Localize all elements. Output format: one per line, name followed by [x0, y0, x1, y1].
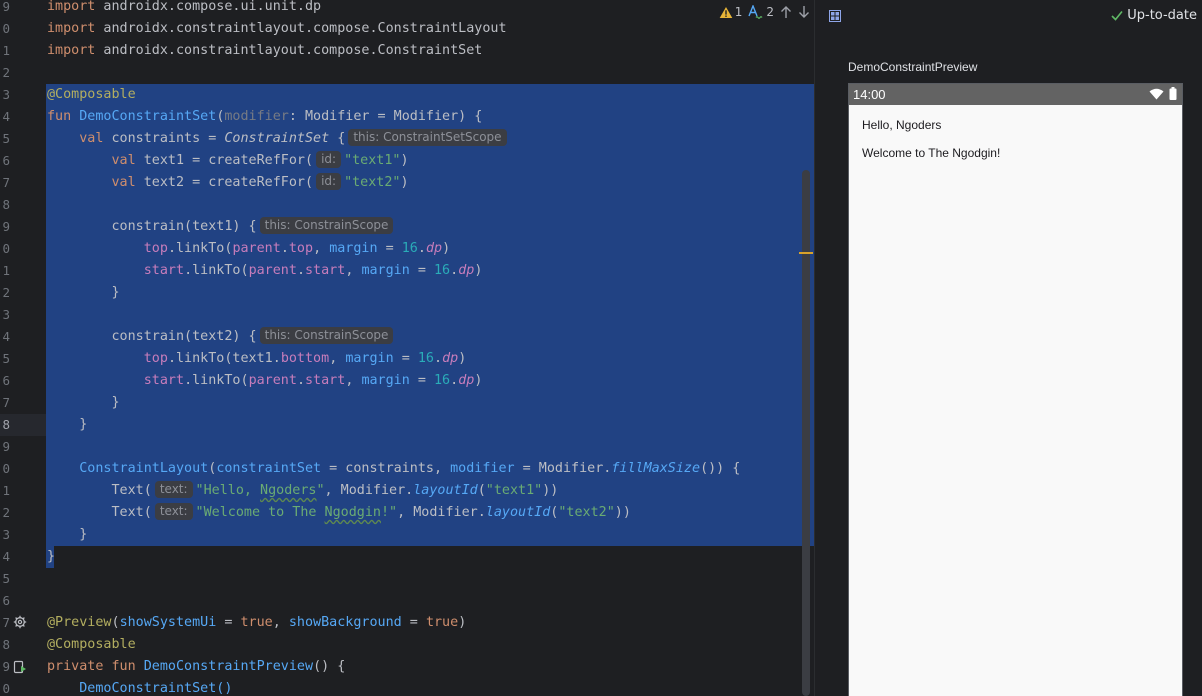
code-line: } [47, 549, 56, 564]
code-line: @Preview(showSystemUi = true, showBackgr… [47, 615, 467, 630]
line-number-gutter[interactable]: 9 0 1 2 3 4 5 6 7 8 9 0 1 2 3 4 5 6 7 8 … [0, 0, 44, 696]
line-number: 2 [2, 505, 10, 520]
line-number: 6 [2, 593, 10, 608]
code-line: @Composable [47, 637, 136, 652]
line-number: 4 [2, 549, 10, 564]
code-line: val constraints = ConstraintSet {this: C… [47, 128, 510, 150]
line-number: 0 [2, 241, 10, 256]
typos-count: 2 [766, 5, 774, 19]
preview-status-text: Up-to-date [1127, 8, 1197, 23]
preview-toolbar: Up-to-date [815, 0, 1202, 33]
typo-underline[interactable]: Ngoders [260, 483, 316, 498]
compose-preview-panel: Up-to-date DemoConstraintPreview 14:00 H… [814, 0, 1202, 696]
line-number: 5 [2, 351, 10, 366]
preview-name-label[interactable]: DemoConstraintPreview [848, 60, 977, 74]
device-preview-frame[interactable]: 14:00 Hello, Ngoders Welcome to The Ngod… [848, 83, 1183, 696]
previous-highlight-arrow-up-icon[interactable] [780, 5, 792, 19]
line-number: 6 [2, 153, 10, 168]
ide-window: 9 0 1 2 3 4 5 6 7 8 9 0 1 2 3 4 5 6 7 8 … [0, 0, 1202, 696]
code-line: import androidx.constraintlayout.compose… [47, 43, 483, 58]
line-number: 0 [2, 21, 10, 36]
code-line: val text1 = createRefFor(id: "text1") [47, 151, 409, 168]
inlay-hint: this: ConstrainScope [259, 217, 394, 234]
status-icons [1149, 87, 1177, 100]
inlay-hint: text: [154, 481, 193, 498]
line-number: 4 [2, 329, 10, 344]
line-number: 9 [2, 219, 10, 234]
code-line: DemoConstraintSet() [79, 681, 233, 696]
next-highlight-arrow-down-icon[interactable] [798, 5, 810, 19]
line-number: 8 [2, 197, 10, 212]
line-number: 1 [2, 263, 10, 278]
line-number: 7 [2, 615, 10, 630]
code-editor[interactable]: 9 0 1 2 3 4 5 6 7 8 9 0 1 2 3 4 5 6 7 8 … [0, 0, 814, 696]
line-number: 6 [2, 373, 10, 388]
line-number: 7 [2, 175, 10, 190]
code-line: } [47, 285, 120, 300]
code-line: constrain(text1) {this: ConstrainScope [47, 216, 396, 238]
code-line: } [47, 527, 88, 542]
typo-icon [748, 5, 763, 19]
line-number: 3 [2, 527, 10, 542]
line-number: 1 [2, 483, 10, 498]
vertical-scrollbar[interactable] [802, 170, 810, 696]
warnings-indicator[interactable]: 1 [719, 5, 743, 19]
line-number: 9 [2, 659, 10, 674]
inlay-hint: id: [316, 173, 342, 190]
code-line: top.linkTo(parent.top, margin = 16.dp) [143, 241, 451, 256]
battery-icon [1169, 87, 1177, 100]
device-status-bar: 14:00 [849, 84, 1182, 105]
line-number: 5 [2, 131, 10, 146]
line-number: 9 [2, 439, 10, 454]
inlay-hint: text: [154, 503, 193, 520]
code-line: import androidx.compose.ui.unit.dp [47, 0, 322, 14]
preview-text1: Hello, Ngoders [862, 118, 942, 132]
line-number: 7 [2, 395, 10, 410]
code-line: Text(text: "Hello, Ngoders", Modifier.lay… [111, 481, 559, 498]
code-line: start.linkTo(parent.start, margin = 16.d… [143, 263, 483, 278]
inspections-widget[interactable]: 1 2 [719, 2, 810, 22]
checkmark-icon [1111, 10, 1123, 21]
preview-status: Up-to-date [1111, 8, 1197, 23]
code-line: import androidx.constraintlayout.compose… [47, 21, 507, 36]
preview-settings-gear-icon[interactable] [13, 615, 27, 629]
run-preview-icon[interactable] [13, 660, 27, 674]
preview-text2: Welcome to The Ngodgin! [862, 146, 1001, 160]
warnings-count: 1 [734, 5, 743, 19]
code-line: fun DemoConstraintSet(modifier: Modifier… [47, 109, 483, 124]
inlay-hint: this: ConstrainScope [259, 327, 394, 344]
code-line: top.linkTo(text1.bottom, margin = 16.dp) [143, 351, 467, 366]
line-number: 2 [2, 285, 10, 300]
line-number: 9 [2, 0, 10, 14]
code-line: @Composable [47, 87, 136, 102]
device-clock: 14:00 [853, 87, 886, 102]
warning-scroll-marker[interactable] [799, 252, 813, 254]
wifi-icon [1149, 88, 1164, 99]
code-line-current: } [47, 417, 88, 432]
line-number: 1 [2, 43, 10, 58]
line-number: 4 [2, 109, 10, 124]
code-line: ConstraintLayout(constraintSet = constra… [79, 461, 741, 476]
code-line: val text2 = createRefFor(id: "text2") [47, 173, 409, 190]
line-number: 5 [2, 571, 10, 586]
line-number: 3 [2, 87, 10, 102]
line-number: 8 [2, 637, 10, 652]
warning-icon [719, 6, 733, 18]
typo-underline[interactable]: Ngodgin [325, 505, 381, 520]
layout-mode-icon[interactable] [829, 10, 841, 22]
inlay-hint: id: [316, 151, 342, 168]
code-line: private fun DemoConstraintPreview() { [47, 659, 346, 674]
code-line: constrain(text2) {this: ConstrainScope [47, 326, 396, 348]
line-number-current: 8 [2, 417, 10, 432]
line-number: 0 [2, 461, 10, 476]
typos-indicator[interactable]: 2 [748, 5, 774, 19]
code-line: start.linkTo(parent.start, margin = 16.d… [143, 373, 483, 388]
line-number: 3 [2, 307, 10, 322]
line-number: 2 [2, 65, 10, 80]
inlay-hint: this: ConstraintSetScope [348, 129, 507, 146]
line-number: 0 [2, 681, 10, 696]
code-line: Text(text: "Welcome to The Ngodgin!", Mod… [111, 503, 631, 520]
code-line: } [47, 395, 120, 410]
